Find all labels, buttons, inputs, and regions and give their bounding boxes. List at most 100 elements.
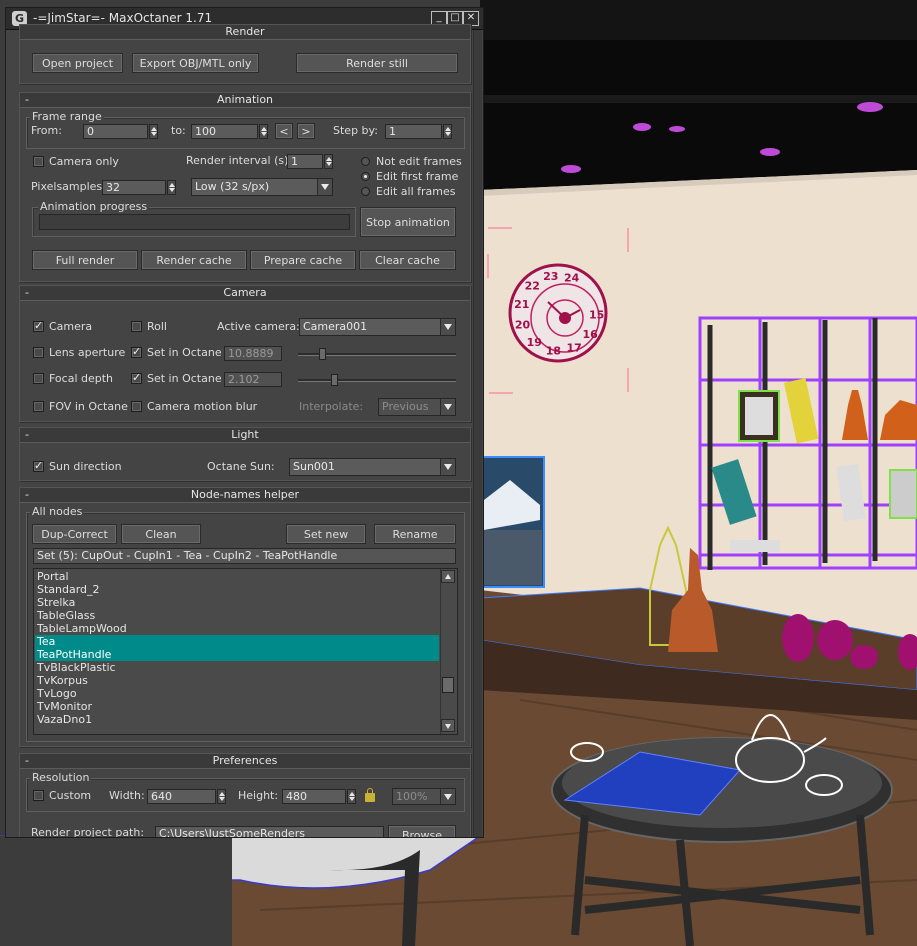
node-list-scrollbar[interactable] [440,569,456,734]
lens-aperture-label: Lens aperture [49,346,126,359]
render-path-field[interactable]: C:\Users\JustSomeRenders [155,826,384,837]
rollout-render-header[interactable]: Render [20,25,470,40]
height-spinner[interactable] [347,789,356,804]
scroll-down-icon[interactable] [441,719,455,732]
focal-slider[interactable] [298,374,456,386]
rollout-animation-header[interactable]: - Animation [20,93,470,108]
list-item[interactable]: Standard_2 [35,583,439,596]
rollout-preferences-header[interactable]: - Preferences [20,754,470,769]
percent-dropdown[interactable]: 100% [392,788,456,805]
list-item[interactable]: Portal [35,570,439,583]
to-field[interactable]: 100 [191,124,258,139]
list-item[interactable]: TableLampWood [35,622,439,635]
list-item[interactable]: TvBlackPlastic [35,661,439,674]
animation-progress-label: Animation progress [38,200,150,213]
quality-dropdown[interactable]: Low (32 s/px) [191,178,333,196]
active-camera-dropdown[interactable]: Camera001 [299,318,456,336]
frame-range-label: Frame range [30,110,104,123]
rollout-preferences: - Preferences Resolution Custom Width: 6… [19,753,471,837]
list-item[interactable]: TableGlass [35,609,439,622]
full-render-button[interactable]: Full render [32,250,138,270]
camera-motion-blur-checkbox[interactable] [131,401,142,412]
browse-button[interactable]: Browse [388,825,456,837]
rollout-node-names-header[interactable]: - Node-names helper [20,488,470,503]
pixelsamples-spinner[interactable] [167,180,176,195]
sun-direction-checkbox[interactable] [33,459,44,472]
roll-label: Roll [147,320,167,333]
from-spinner[interactable] [149,124,158,139]
slider-thumb[interactable] [319,348,326,360]
slider-thumb[interactable] [331,374,338,386]
focal-depth-checkbox[interactable] [33,373,44,384]
scroll-thumb[interactable] [442,677,454,693]
camera-checkbox[interactable] [33,319,44,332]
rollout-node-names: - Node-names helper All nodes Dup-Correc… [19,487,471,747]
interpolate-dropdown[interactable]: Previous [378,398,456,416]
collapse-icon: - [25,488,29,501]
rollout-title: Render [225,25,265,38]
resolution-label: Resolution [30,771,92,784]
prev-frame-button[interactable]: < [275,123,293,139]
focal-field[interactable]: 2.102 [224,372,282,387]
clean-button[interactable]: Clean [121,524,201,544]
node-set-field[interactable]: Set (5): CupOut - CupIn1 - Tea - CupIn2 … [33,548,456,564]
width-spinner[interactable] [217,789,226,804]
from-field[interactable]: 0 [83,124,148,139]
rename-button[interactable]: Rename [374,524,456,544]
list-item[interactable]: TvLogo [35,687,439,700]
maxoctaner-window[interactable]: G -=JimStar=- MaxOctaner 1.71 _ □ ✕ Rend… [5,7,484,838]
radio-edit-first-frame[interactable] [361,172,370,181]
radio-not-edit-frames[interactable] [361,157,370,166]
list-item[interactable]: TvKorpus [35,674,439,687]
lens-aperture-checkbox[interactable] [33,347,44,358]
render-cache-button[interactable]: Render cache [141,250,247,270]
focal-depth-label: Focal depth [49,372,114,385]
radio-edit-all-frames[interactable] [361,187,370,196]
set-in-octane-focal-checkbox[interactable] [131,371,142,384]
rollout-camera-header[interactable]: - Camera [20,286,470,301]
set-new-button[interactable]: Set new [286,524,366,544]
clock-number: 22 [525,280,540,293]
render-interval-field[interactable]: 1 [287,154,323,169]
stop-animation-button[interactable]: Stop animation [360,207,456,237]
next-frame-button[interactable]: > [297,123,315,139]
prepare-cache-button[interactable]: Prepare cache [250,250,356,270]
export-obj-button[interactable]: Export OBJ/MTL only [132,53,259,73]
collapse-icon: - [25,286,29,299]
active-camera-value: Camera001 [303,320,368,333]
rollout-light-header[interactable]: - Light [20,428,470,443]
list-item[interactable]: Tea [35,635,439,648]
open-project-button[interactable]: Open project [32,53,123,73]
step-spinner[interactable] [443,124,452,139]
rollout-render: Render Open project Export OBJ/MTL only … [19,24,471,84]
rollout-title: Animation [216,93,274,106]
camera-only-checkbox[interactable] [33,156,44,167]
height-field[interactable]: 480 [282,789,346,804]
list-item[interactable]: TeaPotHandle [35,648,439,661]
node-list[interactable]: Portal Standard_2 Strelka TableGlass TableLa… [33,568,458,735]
clock-number: 20 [515,319,531,332]
list-item[interactable]: TvMonitor [35,700,439,713]
to-spinner[interactable] [259,124,268,139]
aperture-field[interactable]: 10.8889 [224,346,282,361]
panel-scrollbar[interactable] [473,30,482,837]
render-still-button[interactable]: Render still [296,53,458,73]
list-item[interactable]: VazaDno1 [35,713,439,726]
width-field[interactable]: 640 [147,789,216,804]
lock-icon[interactable] [365,788,375,802]
roll-checkbox[interactable] [131,321,142,332]
step-field[interactable]: 1 [385,124,442,139]
set-in-octane-aperture-checkbox[interactable] [131,345,142,358]
render-interval-spinner[interactable] [324,154,333,169]
octane-sun-dropdown[interactable]: Sun001 [289,458,456,476]
list-item[interactable]: Strelka [35,596,439,609]
dup-correct-button[interactable]: Dup-Correct [32,524,117,544]
aperture-slider[interactable] [298,348,456,360]
pixelsamples-field[interactable]: 32 [102,180,166,195]
scroll-up-icon[interactable] [441,570,455,583]
custom-checkbox[interactable] [33,790,44,801]
render-interval-label: Render interval (s): [186,154,293,167]
rollout-title: Light [231,428,259,441]
clear-cache-button[interactable]: Clear cache [359,250,456,270]
fov-in-octane-checkbox[interactable] [33,401,44,412]
